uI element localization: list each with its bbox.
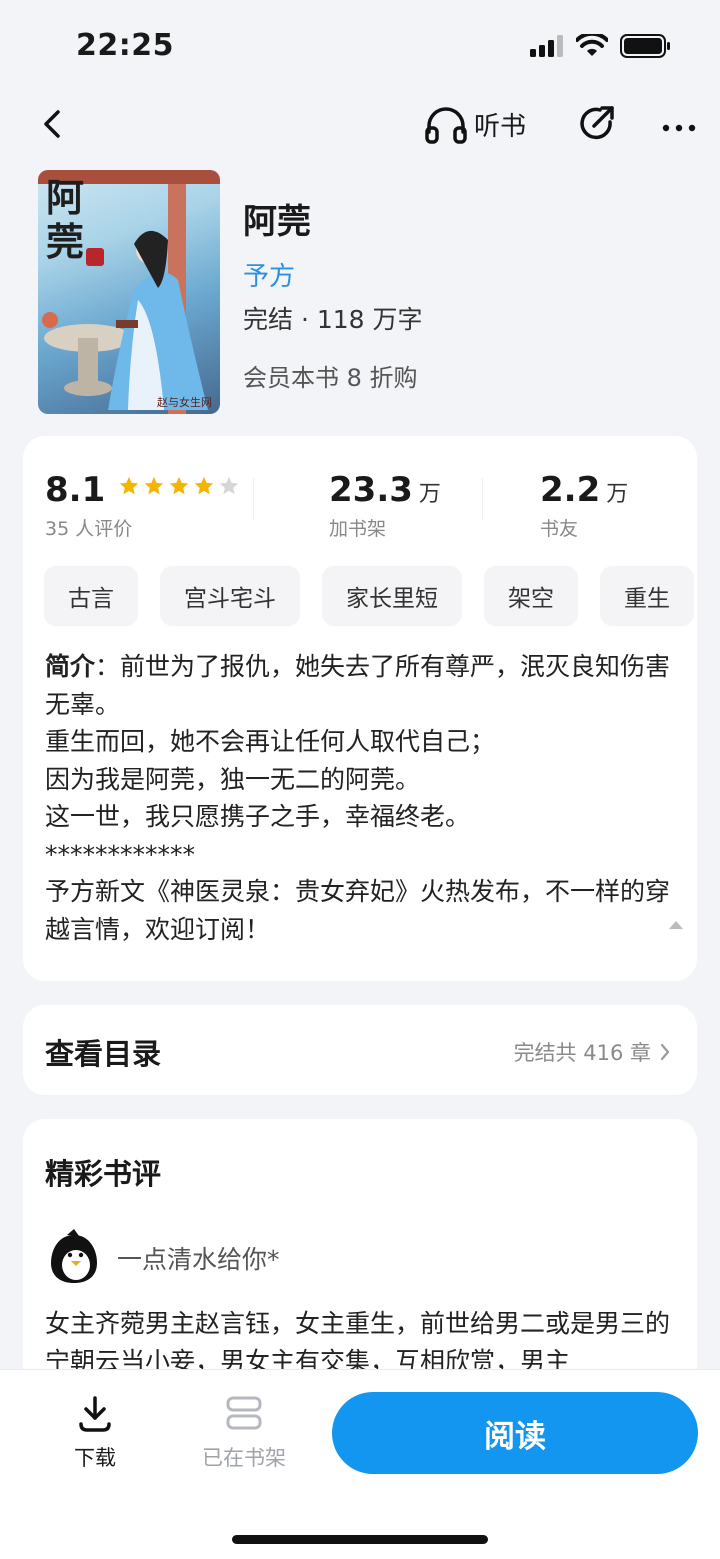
chevron-left-icon	[44, 110, 60, 138]
book-intro[interactable]: 简介：前世为了报仇，她失去了所有尊严，泯灭良知伤害无辜。 重生而回，她不会再让任…	[45, 648, 681, 948]
star-icon	[145, 476, 164, 495]
intro-line: 因为我是阿莞，独一无二的阿莞。	[45, 764, 421, 794]
star-empty-icon	[220, 476, 239, 495]
tag-chip[interactable]: 家长里短	[322, 566, 462, 626]
intro-prefix: 简介	[45, 652, 96, 681]
friends-label: 书友	[540, 518, 579, 540]
book-title: 阿莞	[243, 202, 311, 242]
tag-chip[interactable]: 宫斗宅斗	[160, 566, 300, 626]
cover-signature: 赵与女生网	[157, 396, 212, 409]
book-info-card: 8.1 35 人评价 23.3 万 加书架 2.2 万 书友 古言 宫斗宅斗 家长里…	[23, 436, 697, 981]
intro-line: 予方新文《神医灵泉：贵女弃妃》火热发布，不一样的穿越言情，欢迎订阅！	[45, 877, 671, 944]
download-icon	[79, 1396, 111, 1432]
friends-count: 2.2	[540, 470, 601, 510]
cover-title: 阿莞	[46, 175, 85, 264]
cover-stamp	[86, 248, 104, 266]
author-link[interactable]: 予方	[243, 256, 295, 293]
star-icon	[170, 476, 189, 495]
listen-button[interactable]: 听书	[424, 102, 526, 146]
toc-info: 完结共 416 章	[514, 1037, 671, 1067]
share-button[interactable]	[576, 102, 620, 146]
book-header: 阿莞 赵与女生网 阿莞 予方 完结 · 118 万字 会员本书 8 折购	[38, 170, 688, 414]
read-button[interactable]: 阅读	[332, 1392, 698, 1474]
penguin-avatar-icon	[51, 1229, 97, 1283]
chapter-count: 完结共 416 章	[513, 1041, 651, 1065]
on-shelf-button[interactable]: 已在书架	[196, 1394, 292, 1472]
toc-row[interactable]: 查看目录 完结共 416 章	[23, 1005, 697, 1095]
star-icon	[195, 476, 214, 495]
intro-line: 这一世，我只愿携子之手，幸福终老。	[45, 802, 471, 831]
reviewer[interactable]: 一点清水给你*	[45, 1229, 280, 1287]
rating-stat[interactable]: 8.1 35 人评价	[45, 470, 240, 541]
avatar	[45, 1229, 103, 1287]
rating-stars	[118, 475, 240, 497]
tag-chip[interactable]: 重生	[600, 566, 694, 626]
friends-unit: 万	[606, 482, 629, 507]
wifi-icon	[576, 34, 608, 56]
intro-line: 简介：前世为了报仇，她失去了所有尊严，泯灭良知伤害无辜。	[45, 648, 681, 723]
tag-chip[interactable]: 架空	[484, 566, 578, 626]
status-bar: 22:25	[0, 0, 720, 96]
rating-score: 8.1	[45, 470, 106, 510]
tag-list: 古言 宫斗宅斗 家长里短 架空 重生	[44, 566, 694, 626]
star-icon	[120, 476, 139, 495]
reviewer-name: 一点清水给你*	[117, 1245, 280, 1274]
toc-title: 查看目录	[45, 1037, 162, 1071]
home-indicator	[232, 1535, 488, 1544]
bottom-action-bar: 下载 已在书架 阅读	[0, 1369, 720, 1559]
shelf-stat: 23.3 万 加书架	[329, 470, 441, 541]
tag-chip[interactable]: 古言	[44, 566, 138, 626]
listen-label: 听书	[474, 111, 527, 142]
more-button[interactable]	[658, 102, 702, 146]
collapse-triangle-icon[interactable]	[669, 921, 683, 929]
download-label: 下载	[74, 1446, 116, 1470]
top-nav-bar: 听书	[0, 96, 720, 152]
on-shelf-label: 已在书架	[202, 1446, 286, 1470]
stat-divider	[482, 478, 483, 520]
status-time: 22:25	[76, 28, 174, 63]
headphones-icon	[425, 107, 467, 144]
reviews-title: 精彩书评	[45, 1157, 162, 1191]
member-promo[interactable]: 会员本书 8 折购	[243, 358, 418, 393]
download-button[interactable]: 下载	[62, 1394, 128, 1472]
more-dots-icon	[662, 124, 696, 132]
friends-stat[interactable]: 2.2 万 书友	[540, 470, 628, 541]
signal-icon	[530, 35, 563, 57]
stat-divider	[253, 478, 254, 520]
status-icons	[530, 34, 672, 58]
rating-count: 35 人评价	[45, 518, 133, 540]
bookshelf-icon	[226, 1396, 262, 1430]
battery-icon	[620, 34, 670, 58]
share-icon	[580, 106, 614, 140]
back-button[interactable]	[36, 102, 72, 146]
shelf-unit: 万	[418, 482, 441, 507]
book-cover[interactable]: 阿莞 赵与女生网	[38, 170, 220, 414]
intro-line: 重生而回，她不会再让任何人取代自己；	[45, 727, 496, 756]
chevron-right-icon	[660, 1043, 670, 1061]
shelf-label: 加书架	[329, 518, 387, 540]
intro-line: ************	[45, 839, 195, 869]
book-status: 完结 · 118 万字	[243, 305, 423, 334]
shelf-count: 23.3	[329, 470, 413, 510]
intro-text: ：前世为了报仇，她失去了所有尊严，泯灭良知伤害无辜。	[45, 652, 671, 719]
